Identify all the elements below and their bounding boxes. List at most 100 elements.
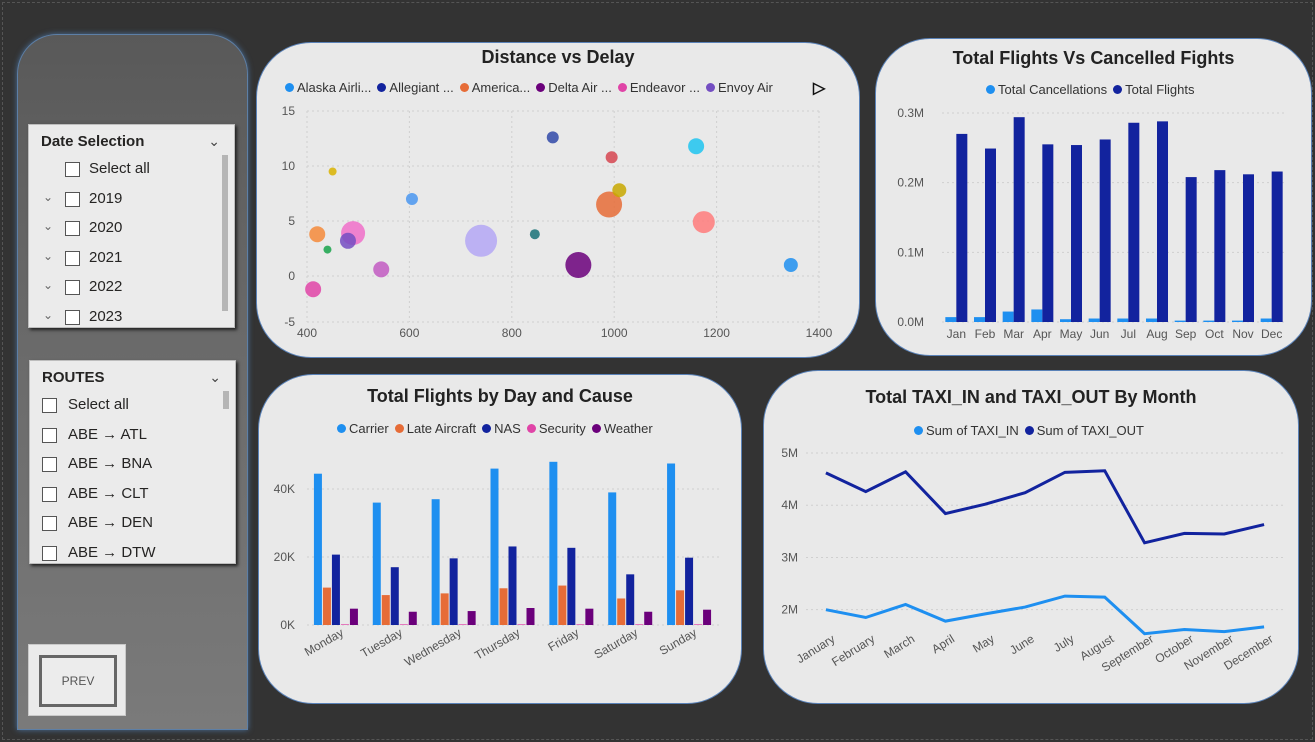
chevron-down-icon[interactable]: ⌄ bbox=[43, 249, 53, 263]
year-item-2019[interactable]: ⌄ 2019 bbox=[43, 190, 213, 212]
x-tick-label: Sep bbox=[1175, 327, 1197, 341]
bar bbox=[372, 502, 381, 625]
year-item-2021[interactable]: ⌄ 2021 bbox=[43, 249, 213, 271]
bar bbox=[499, 588, 508, 625]
x-tick-label: 1400 bbox=[806, 326, 833, 340]
checkbox[interactable] bbox=[65, 192, 80, 207]
route-label: ABE → DEN bbox=[68, 514, 154, 531]
route-label: ABE → DTW bbox=[68, 544, 156, 561]
scatter-point bbox=[309, 226, 326, 243]
bar bbox=[1099, 139, 1111, 322]
checkbox[interactable] bbox=[42, 457, 57, 472]
x-tick-label: Oct bbox=[1205, 327, 1224, 341]
route-item[interactable]: ABE → DTW bbox=[42, 544, 212, 563]
x-tick-label: Mar bbox=[1003, 327, 1024, 341]
route-item[interactable]: ABE → BNA bbox=[42, 455, 212, 477]
year-item-2020[interactable]: ⌄ 2020 bbox=[43, 219, 213, 241]
year-label: 2021 bbox=[89, 249, 123, 266]
checkbox[interactable] bbox=[65, 221, 80, 236]
monthly-bar-chart[interactable]: 0.3M 0.2M 0.1M 0.0M Jan Feb Mar Apr May Jun Jul Aug… bbox=[876, 39, 1312, 356]
scatter-point bbox=[612, 183, 627, 198]
bar bbox=[549, 461, 558, 625]
chevron-down-icon[interactable]: ⌄ bbox=[43, 278, 53, 292]
year-item-2023[interactable]: ⌄ 2023 bbox=[43, 308, 213, 327]
date-select-all[interactable]: Select all bbox=[65, 160, 215, 182]
bar bbox=[440, 593, 449, 625]
scatter-plot[interactable]: 15 10 5 0 -5400 600 800 1000 1200 1400 bbox=[257, 43, 860, 358]
y-tick-label: 0.3M bbox=[897, 106, 924, 120]
checkbox[interactable] bbox=[65, 162, 80, 177]
bar bbox=[1071, 145, 1082, 322]
checkbox[interactable] bbox=[42, 516, 57, 531]
checkbox[interactable] bbox=[65, 251, 80, 266]
x-tick-label: Jul bbox=[1121, 327, 1136, 341]
prev-button[interactable]: PREV bbox=[39, 655, 117, 707]
scrollbar[interactable] bbox=[223, 391, 229, 409]
bar bbox=[1157, 121, 1168, 322]
chevron-down-icon[interactable]: ⌄ bbox=[43, 219, 53, 233]
checkbox[interactable] bbox=[65, 280, 80, 295]
checkbox[interactable] bbox=[42, 546, 57, 561]
route-label: ABE → BNA bbox=[68, 455, 153, 472]
select-all-label: Select all bbox=[89, 160, 150, 177]
chevron-down-icon[interactable]: ⌄ bbox=[209, 369, 221, 386]
x-tick-label: Jan bbox=[947, 327, 966, 341]
bar bbox=[449, 558, 458, 625]
checkbox[interactable] bbox=[42, 398, 57, 413]
checkbox[interactable] bbox=[42, 487, 57, 502]
bar bbox=[1203, 320, 1215, 322]
y-tick-label: 0 bbox=[288, 269, 295, 283]
y-tick-label: 0.0M bbox=[897, 315, 924, 329]
scatter-point bbox=[565, 252, 592, 278]
bar bbox=[1185, 177, 1197, 322]
bar bbox=[635, 624, 644, 625]
bar bbox=[1060, 319, 1071, 322]
checkbox[interactable] bbox=[65, 310, 80, 325]
bar bbox=[1117, 318, 1129, 322]
day-cause-bar-chart[interactable]: 40K 20K 0K Monday TuesdayWednesday Thursday Fr… bbox=[259, 375, 742, 704]
route-item[interactable]: ABE → ATL bbox=[42, 426, 212, 448]
y-tick-label: 40K bbox=[274, 482, 295, 496]
chevron-down-icon[interactable]: ⌄ bbox=[43, 308, 53, 322]
bar bbox=[956, 133, 968, 322]
scatter-point bbox=[305, 281, 322, 298]
x-tick-label: February bbox=[829, 632, 877, 669]
bar bbox=[585, 608, 594, 625]
scatter-point bbox=[529, 229, 540, 240]
year-label: 2020 bbox=[89, 219, 123, 236]
x-tick-label: 600 bbox=[399, 326, 419, 340]
y-tick-label: 3M bbox=[781, 550, 798, 564]
bar bbox=[340, 624, 349, 625]
x-tick-label: Jun bbox=[1090, 327, 1109, 341]
chevron-down-icon[interactable]: ⌄ bbox=[43, 190, 53, 204]
y-tick-label: 15 bbox=[282, 104, 296, 118]
year-item-2022[interactable]: ⌄ 2022 bbox=[43, 278, 213, 300]
taxi-line-chart[interactable]: 5M4M3M2MJanuaryFebruary March April May June… bbox=[764, 371, 1299, 704]
chevron-down-icon[interactable]: ⌄ bbox=[208, 133, 220, 150]
x-tick-label: 1000 bbox=[601, 326, 628, 340]
day-and-cause-card: Total Flights by Day and Cause Carrier La… bbox=[258, 374, 742, 704]
bar bbox=[985, 148, 996, 322]
taxi-in-out-card: Total TAXI_IN and TAXI_OUT By Month Sum … bbox=[763, 370, 1299, 704]
bar bbox=[626, 574, 635, 625]
select-all-label: Select all bbox=[68, 396, 129, 413]
bar bbox=[1243, 174, 1254, 322]
bar bbox=[1042, 144, 1054, 322]
x-tick-label: 400 bbox=[297, 326, 317, 340]
series-line bbox=[825, 594, 1265, 636]
bar bbox=[526, 608, 535, 625]
scatter-point bbox=[323, 245, 332, 254]
series-line bbox=[825, 469, 1265, 545]
checkbox[interactable] bbox=[42, 428, 57, 443]
bar bbox=[974, 317, 985, 322]
flights-vs-cancelled-card: Total Flights Vs Cancelled Fights Total … bbox=[875, 38, 1312, 356]
route-item[interactable]: ABE → DEN bbox=[42, 514, 212, 536]
route-item[interactable]: ABE → CLT bbox=[42, 485, 212, 507]
prev-button-container: PREV bbox=[28, 644, 126, 716]
routes-select-all[interactable]: Select all bbox=[42, 396, 212, 418]
y-tick-label: -5 bbox=[284, 315, 295, 329]
x-tick-label: 1200 bbox=[703, 326, 730, 340]
scrollbar[interactable] bbox=[222, 155, 228, 311]
x-tick-label: Sunday bbox=[657, 625, 699, 657]
scatter-point bbox=[339, 232, 356, 249]
